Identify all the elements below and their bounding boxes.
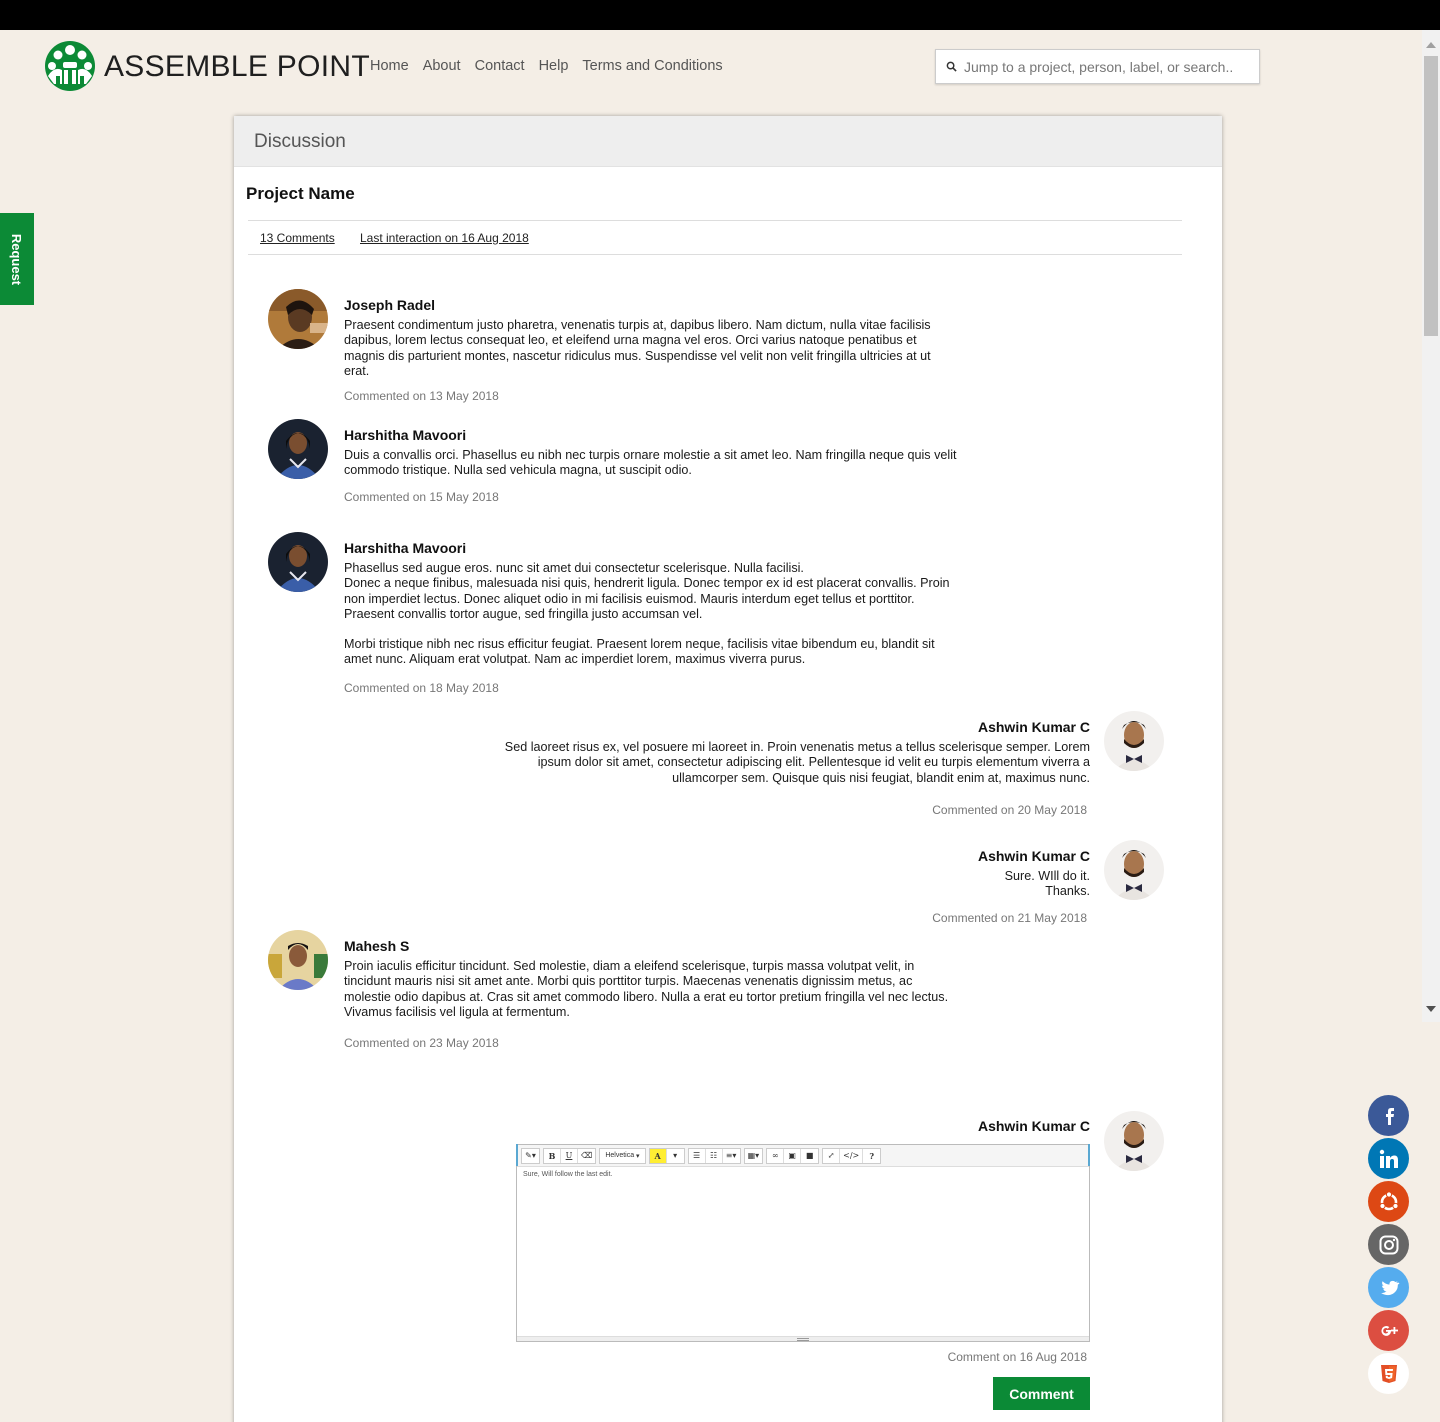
editor-toolbar: ✎▾ B U ⌫ Helvetica ▾ A ▾ ☰ ☷ ≡▾ ▦▾ ∞ ▣ ■ <box>517 1145 1089 1167</box>
twitter-icon[interactable] <box>1368 1267 1409 1308</box>
last-interaction-link[interactable]: Last interaction on 16 Aug 2018 <box>360 231 529 245</box>
page-scrollbar[interactable] <box>1422 30 1440 1022</box>
bullet-list-icon[interactable]: ☰ <box>689 1148 706 1163</box>
brand-name[interactable]: ASSEMBLE POINT <box>104 50 370 84</box>
main-nav: Home About Contact Help Terms and Condit… <box>370 58 723 74</box>
table-icon[interactable]: ▦▾ <box>745 1149 763 1163</box>
instagram-icon[interactable] <box>1368 1224 1409 1265</box>
comment-button[interactable]: Comment <box>993 1377 1090 1410</box>
nav-help[interactable]: Help <box>539 58 569 74</box>
font-family-select[interactable]: Helvetica ▾ <box>600 1149 644 1163</box>
comment-text: Duis a convallis orci. Phasellus eu nibh… <box>344 448 960 479</box>
comment-text: Praesent condimentum justo pharetra, ven… <box>344 318 931 379</box>
comment-author: Ashwin Kumar C <box>977 719 1090 735</box>
discussion-card: Discussion Project Name 13 Comments Last… <box>234 116 1222 1422</box>
google-plus-icon[interactable] <box>1368 1310 1409 1351</box>
editor-resize-handle[interactable] <box>517 1336 1089 1341</box>
project-name: Project Name <box>246 184 355 203</box>
help-icon[interactable]: ? <box>863 1149 880 1163</box>
comment-date: Commented on 23 May 2018 <box>344 1036 499 1050</box>
linkedin-icon[interactable] <box>1368 1138 1409 1179</box>
comments-count-link[interactable]: 13 Comments <box>260 231 335 245</box>
scroll-up-arrow-icon[interactable] <box>1426 42 1436 48</box>
request-tab[interactable]: Request <box>0 213 34 305</box>
ubuntu-icon[interactable] <box>1368 1181 1409 1222</box>
facebook-icon[interactable] <box>1368 1095 1409 1136</box>
comment-text: Sed laoreet risus ex, vel posuere mi lao… <box>504 740 1090 785</box>
bold-icon[interactable]: B <box>544 1148 561 1163</box>
comment-date: Commented on 18 May 2018 <box>344 681 499 695</box>
discussion-meta-bar: 13 Comments Last interaction on 16 Aug 2… <box>248 220 1182 255</box>
magic-wand-icon[interactable]: ✎▾ <box>522 1149 539 1163</box>
search-input[interactable] <box>964 58 1234 75</box>
comment-author: Mahesh S <box>344 938 410 954</box>
font-family-value: Helvetica <box>605 1152 635 1159</box>
reply-editor: ✎▾ B U ⌫ Helvetica ▾ A ▾ ☰ ☷ ≡▾ ▦▾ ∞ ▣ ■ <box>516 1144 1090 1342</box>
avatar[interactable] <box>268 532 328 592</box>
code-view-icon[interactable]: </> <box>840 1148 864 1163</box>
comment-text-body: Morbi tristique nibh nec risus efficitur… <box>344 637 935 667</box>
avatar[interactable] <box>1104 840 1164 900</box>
link-icon[interactable]: ∞ <box>767 1148 785 1163</box>
avatar[interactable] <box>268 419 328 479</box>
eraser-icon[interactable]: ⌫ <box>578 1149 595 1163</box>
comment-author: Ashwin Kumar C <box>977 848 1090 864</box>
comment-text: Proin iaculis efficitur tincidunt. Sed m… <box>344 959 949 1020</box>
avatar[interactable] <box>268 289 328 349</box>
comment-date: Commented on 13 May 2018 <box>344 389 499 403</box>
comment-author: Joseph Radel <box>344 297 436 313</box>
avatar[interactable] <box>268 930 328 990</box>
reply-date: Comment on 16 Aug 2018 <box>947 1350 1087 1364</box>
comment-author: Harshitha Mavoori <box>344 540 467 556</box>
underline-icon[interactable]: U <box>561 1148 578 1163</box>
comment-date: Commented on 20 May 2018 <box>932 803 1087 817</box>
discussion-header: Discussion <box>234 116 1222 167</box>
scroll-down-arrow-icon[interactable] <box>1426 1006 1436 1012</box>
image-icon[interactable]: ▣ <box>784 1148 802 1163</box>
scroll-thumb[interactable] <box>1424 56 1438 336</box>
chevron-down-icon[interactable]: ▾ <box>667 1149 684 1163</box>
numbered-list-icon[interactable]: ☷ <box>706 1148 723 1163</box>
comment-text: Sure. WIll do it. Thanks. <box>1004 869 1090 899</box>
nav-terms[interactable]: Terms and Conditions <box>582 58 722 74</box>
site-header: ASSEMBLE POINT Home About Contact Help T… <box>0 30 1422 110</box>
reply-author: Ashwin Kumar C <box>977 1118 1090 1134</box>
nav-contact[interactable]: Contact <box>475 58 525 74</box>
align-icon[interactable]: ≡▾ <box>723 1149 740 1163</box>
comment-date: Commented on 15 May 2018 <box>344 490 499 504</box>
avatar[interactable] <box>1104 1111 1164 1171</box>
video-icon[interactable]: ■ <box>801 1149 818 1163</box>
text-color-icon[interactable]: A <box>649 1148 667 1163</box>
search-icon <box>946 61 957 72</box>
request-tab-label: Request <box>9 233 25 285</box>
comment-author: Harshitha Mavoori <box>344 427 467 443</box>
comment-text-body: Duis a convallis orci. Phasellus eu nibh… <box>344 448 957 478</box>
comment-date: Commented on 21 May 2018 <box>932 911 1087 925</box>
fullscreen-icon[interactable]: ⤢ <box>823 1148 841 1163</box>
logo-icon[interactable] <box>44 40 96 92</box>
avatar[interactable] <box>1104 711 1164 771</box>
nav-home[interactable]: Home <box>370 58 409 74</box>
search-box <box>935 49 1260 84</box>
browser-top-bar <box>0 0 1440 30</box>
comment-text: Phasellus sed augue eros. nunc sit amet … <box>344 561 950 622</box>
editor-content[interactable]: Sure, Will follow the last edit. <box>517 1167 1089 1182</box>
html5-icon[interactable] <box>1368 1353 1409 1394</box>
nav-about[interactable]: About <box>423 58 461 74</box>
comment-text: Morbi tristique nibh nec risus efficitur… <box>344 637 954 668</box>
